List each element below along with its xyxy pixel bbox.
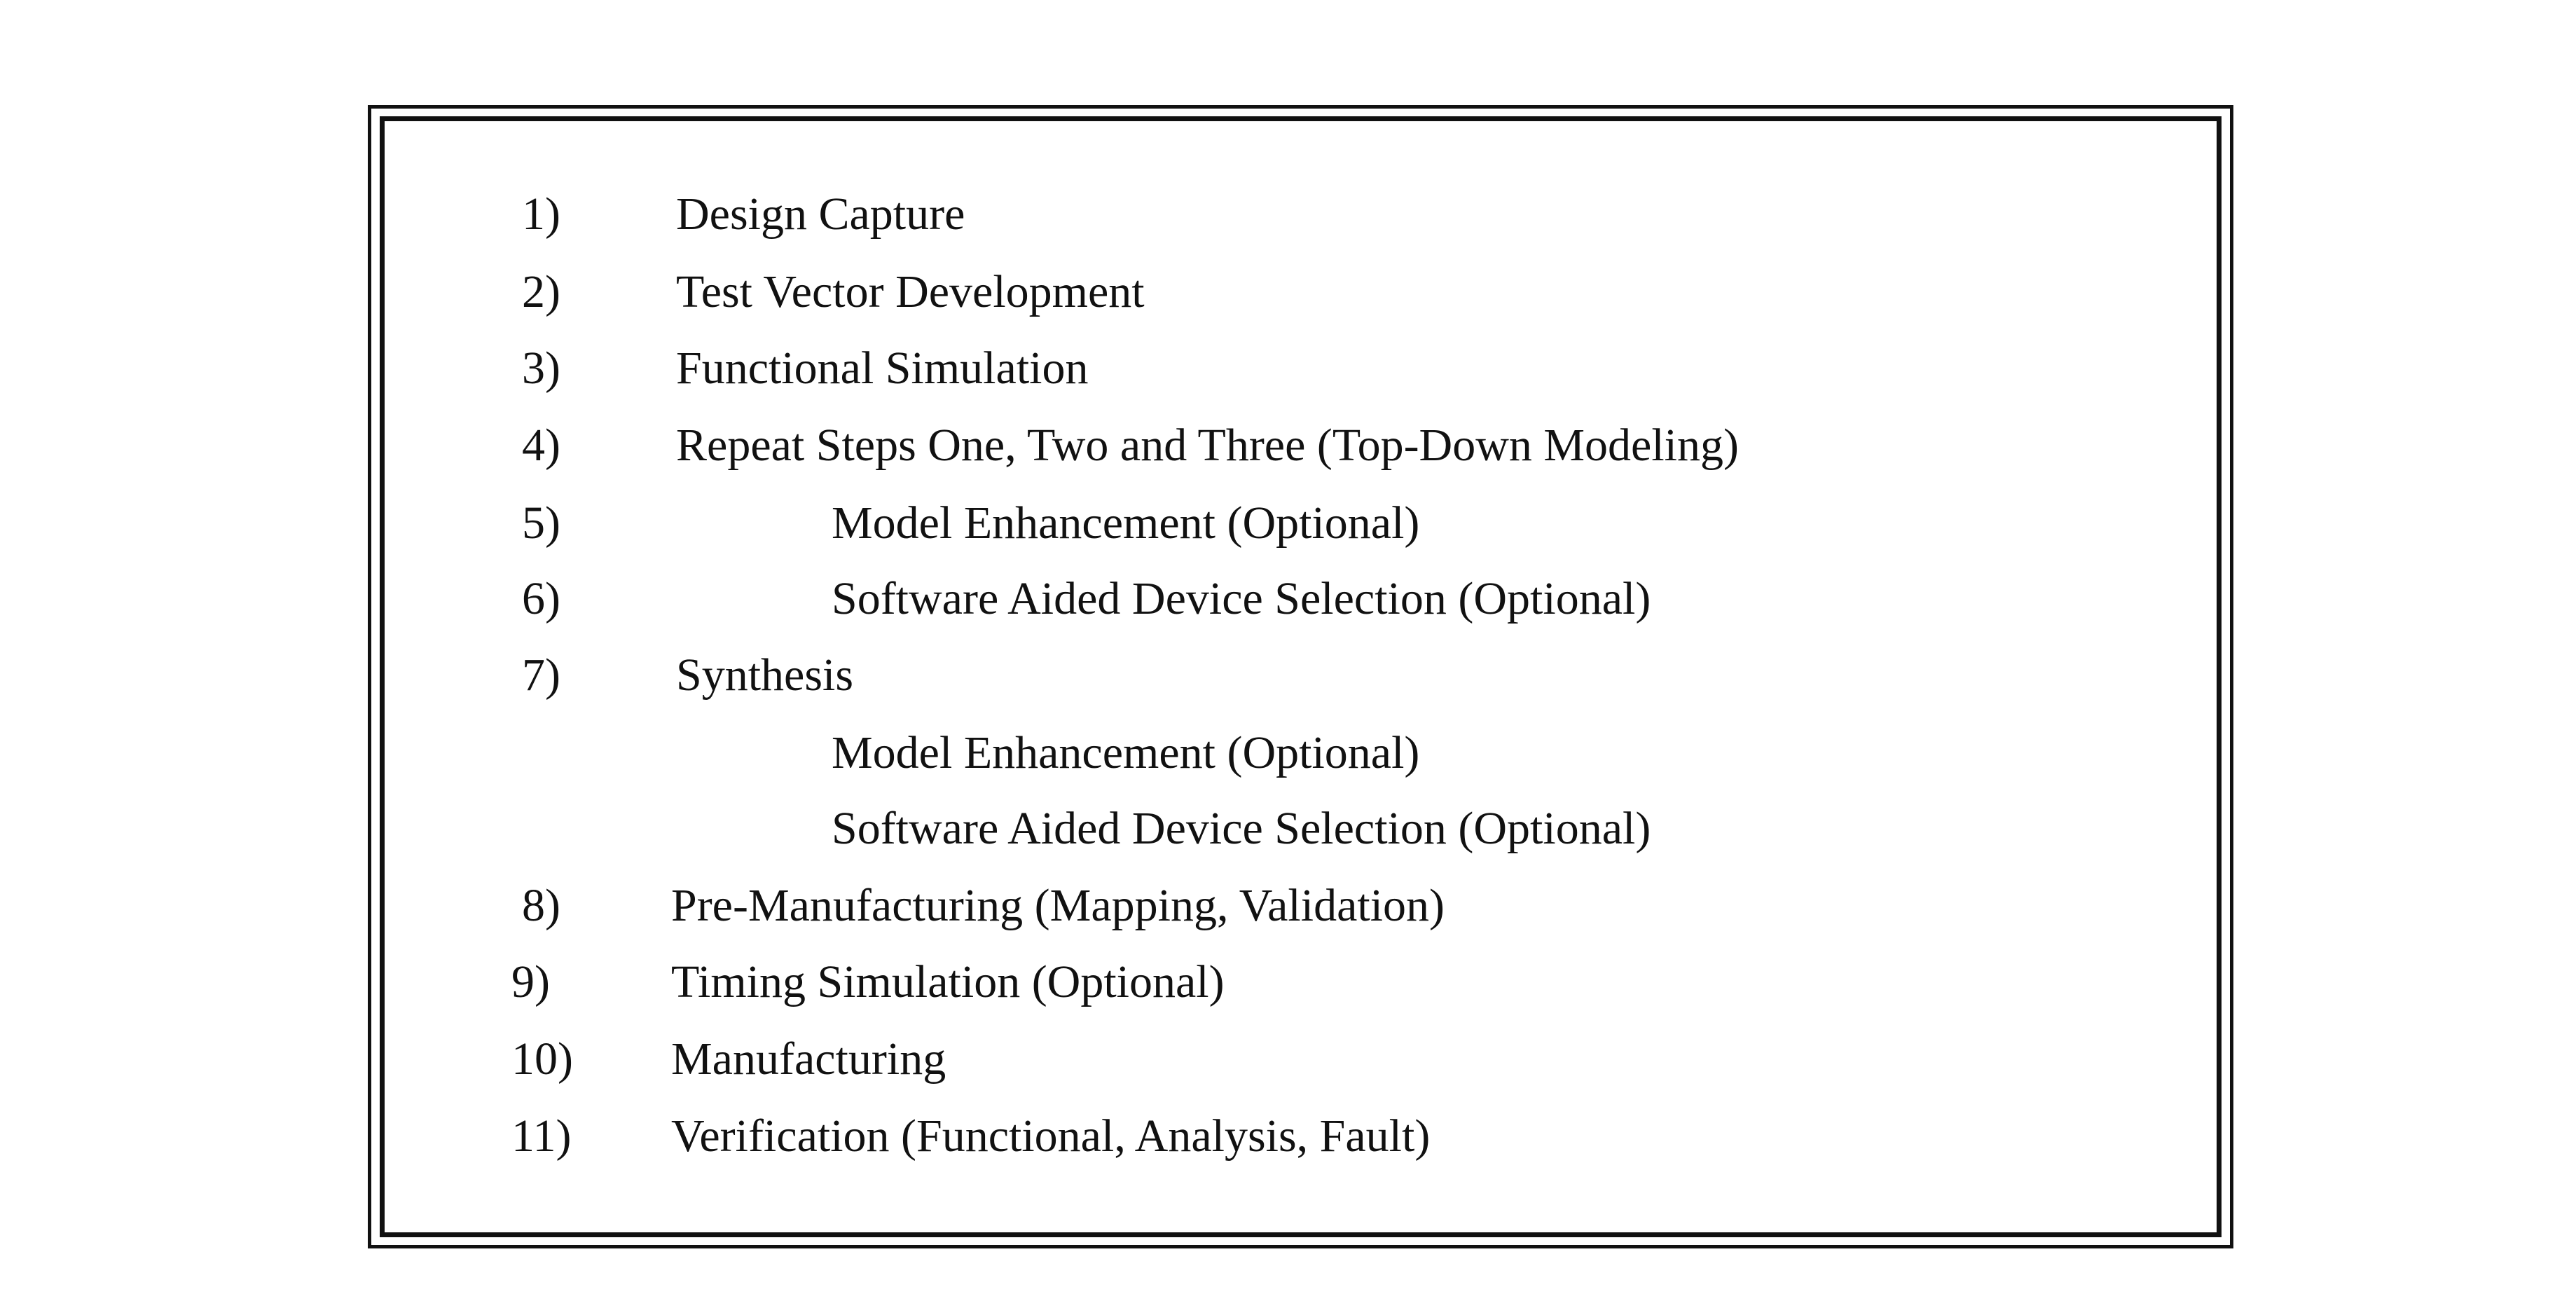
step-number: 10) bbox=[511, 1033, 573, 1085]
step-label: Pre-Manufacturing (Mapping, Validation) bbox=[671, 880, 1445, 931]
step-number: 6) bbox=[522, 573, 560, 624]
step-label: Repeat Steps One, Two and Three (Top-Dow… bbox=[676, 420, 1740, 471]
step-label: Synthesis bbox=[676, 649, 854, 701]
step-number: 11) bbox=[511, 1110, 572, 1162]
step-label: Functional Simulation bbox=[676, 343, 1089, 394]
step-label: Test Vector Development bbox=[676, 266, 1145, 317]
step-label: Verification (Functional, Analysis, Faul… bbox=[671, 1110, 1431, 1162]
list-frame: 1) Design Capture 2) Test Vector Develop… bbox=[368, 105, 2233, 1248]
step-number: 8) bbox=[522, 880, 560, 931]
design-steps-list: 1) Design Capture 2) Test Vector Develop… bbox=[371, 109, 2230, 1245]
step-label: Design Capture bbox=[676, 188, 965, 240]
step-number: 1) bbox=[522, 188, 560, 240]
step-label: Software Aided Device Selection (Optiona… bbox=[832, 573, 1651, 624]
step-number: 2) bbox=[522, 266, 560, 317]
step-number: 3) bbox=[522, 343, 560, 394]
step-number: 4) bbox=[522, 420, 560, 471]
step-number: 9) bbox=[511, 956, 550, 1007]
step-label: Timing Simulation (Optional) bbox=[671, 956, 1225, 1007]
step-label: Software Aided Device Selection (Optiona… bbox=[832, 803, 1651, 854]
step-label: Model Enhancement (Optional) bbox=[832, 727, 1420, 778]
step-number: 5) bbox=[522, 497, 560, 549]
step-label: Manufacturing bbox=[671, 1033, 946, 1085]
step-number: 7) bbox=[522, 649, 560, 701]
step-label: Model Enhancement (Optional) bbox=[832, 497, 1420, 549]
